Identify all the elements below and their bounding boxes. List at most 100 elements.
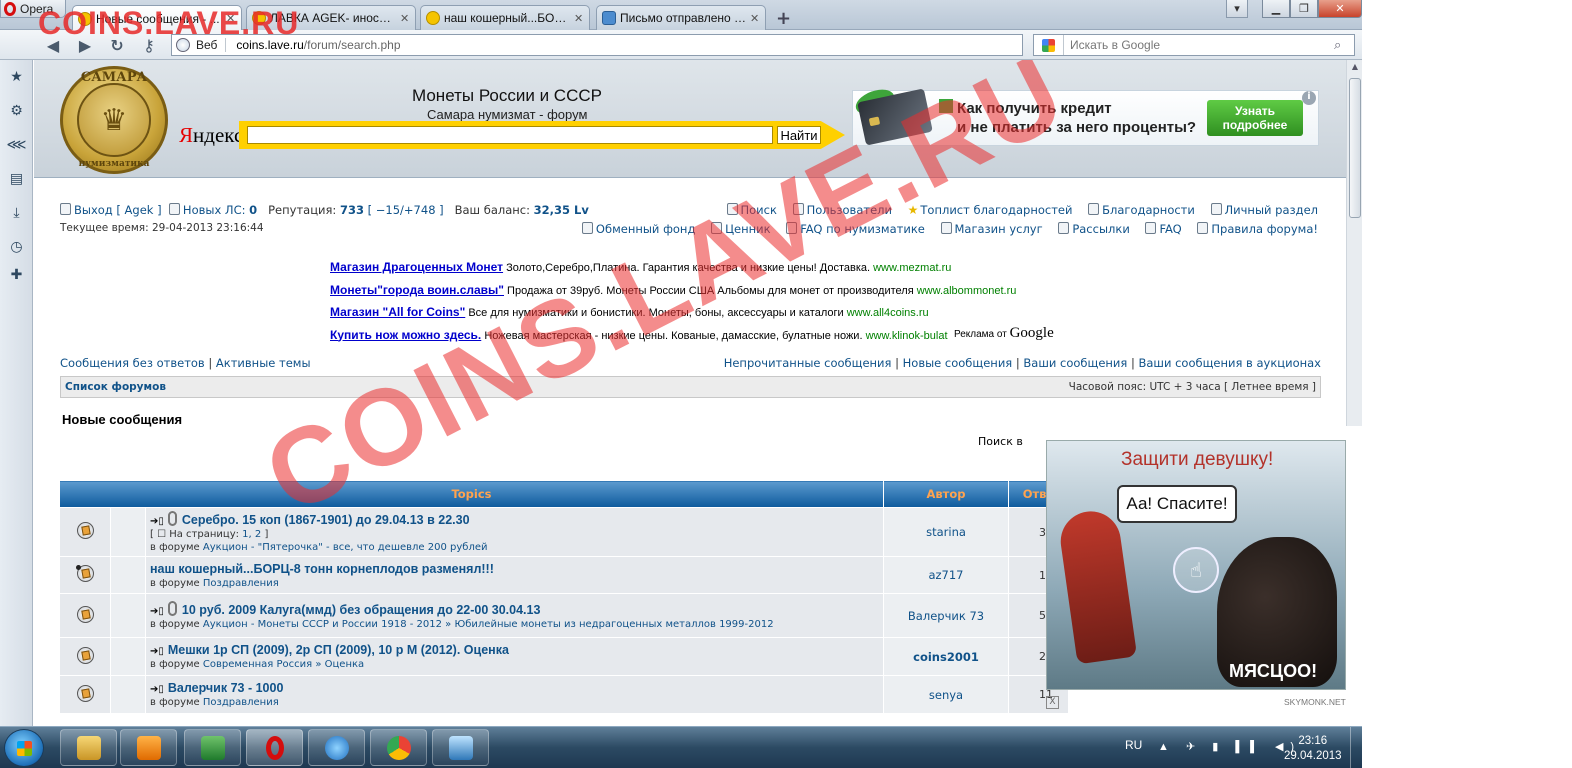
forum-link[interactable]: Аукцион - Монеты СССР и России 1918 - 20… bbox=[203, 619, 774, 630]
exchange-fund-link[interactable]: Обменный фонд bbox=[581, 222, 695, 236]
forum-link[interactable]: Аукцион - "Пятерочка" - все, что дешевле… bbox=[203, 542, 488, 553]
clock[interactable]: 23:16 29.04.2013 bbox=[1284, 734, 1342, 764]
active-topics-link[interactable]: Активные темы bbox=[216, 356, 311, 370]
back-icon[interactable]: ◀ bbox=[44, 36, 62, 55]
unanswered-posts-link[interactable]: Сообщения без ответов bbox=[60, 356, 205, 370]
language-indicator[interactable]: RU bbox=[1125, 738, 1142, 752]
topic-title-link[interactable]: Серебро. 15 коп (1867-1901) до 29.04.13 … bbox=[182, 513, 470, 527]
minimize-icon[interactable]: ▁ bbox=[1262, 0, 1290, 18]
ad-url[interactable]: www.all4coins.ru bbox=[847, 307, 929, 319]
reload-icon[interactable]: ↻ bbox=[108, 36, 126, 55]
ad-title-link[interactable]: Магазин "All for Coins" bbox=[330, 305, 465, 319]
logout-link[interactable]: Выход [ Agek ] bbox=[74, 203, 162, 217]
downloads-icon[interactable]: ⤓ bbox=[8, 204, 25, 221]
your-posts-link[interactable]: Ваши сообщения bbox=[1023, 356, 1127, 370]
your-auction-posts-link[interactable]: Ваши сообщения в аукционах bbox=[1139, 356, 1322, 370]
share-icon[interactable]: ⋘ bbox=[7, 136, 27, 153]
price-list-link[interactable]: Ценник bbox=[711, 222, 771, 236]
add-panel-icon[interactable]: ✚ bbox=[8, 266, 25, 283]
bookmarks-star-icon[interactable]: ★ bbox=[8, 68, 25, 85]
show-desktop-button[interactable] bbox=[1350, 727, 1362, 768]
page-scrollbar[interactable]: ▲ bbox=[1346, 60, 1362, 426]
tab-close-icon[interactable]: ✕ bbox=[400, 12, 410, 25]
tab-lavka[interactable]: ЛАВКА AGEK- иностра... ✕ bbox=[246, 5, 416, 30]
thanks-link[interactable]: Благодарности bbox=[1088, 203, 1195, 217]
topics-header[interactable]: Topics bbox=[59, 480, 884, 508]
goto-new-post-icon[interactable]: ➔▯ bbox=[150, 606, 164, 617]
goto-new-post-icon[interactable]: ➔▯ bbox=[150, 646, 164, 657]
opera-menu-button[interactable]: Opera bbox=[0, 0, 66, 18]
ad-title-link[interactable]: Магазин Драгоценных Монет bbox=[330, 260, 503, 274]
taskbar-explorer[interactable] bbox=[60, 729, 117, 766]
web-search-box[interactable]: Искать в Google ⌕ bbox=[1033, 34, 1355, 56]
notes-icon[interactable]: ▤ bbox=[8, 170, 25, 187]
author-link[interactable]: coins2001 bbox=[883, 637, 1009, 676]
thanks-toplist-link[interactable]: ★ Топлист благодарностей bbox=[908, 203, 1073, 217]
scroll-up-icon[interactable]: ▲ bbox=[1349, 62, 1361, 74]
search-engine-selector[interactable] bbox=[1034, 35, 1064, 55]
ad-title-link[interactable]: Монеты"города воин.славы" bbox=[330, 283, 504, 297]
taskbar-chrome[interactable] bbox=[370, 729, 427, 766]
forum-index-link[interactable]: Список форумов bbox=[65, 381, 166, 393]
goto-new-post-icon[interactable]: ➔▯ bbox=[150, 516, 164, 527]
ad-url[interactable]: www.klinok-bulat bbox=[866, 330, 948, 342]
topic-title-link[interactable]: Мешки 1р СП (2009), 2р СП (2009), 10 р М… bbox=[168, 643, 509, 657]
tab-new-posts[interactable]: Новые сообщения - ... ✕ bbox=[72, 5, 242, 31]
faq-link[interactable]: FAQ bbox=[1145, 222, 1182, 236]
tab-close-icon[interactable]: ✕ bbox=[750, 12, 760, 25]
search-icon[interactable]: ⌕ bbox=[1334, 37, 1354, 53]
new-tab-button[interactable]: + bbox=[776, 8, 791, 29]
ad-source-link[interactable]: SKYMONK.NET bbox=[1284, 697, 1346, 707]
taskbar-opera[interactable] bbox=[246, 729, 303, 766]
newsletters-link[interactable]: Рассылки bbox=[1058, 222, 1130, 236]
services-shop-link[interactable]: Магазин услуг bbox=[940, 222, 1043, 236]
tab-close-icon[interactable]: ✕ bbox=[226, 12, 236, 25]
ads-by-google[interactable]: Реклама от Google bbox=[954, 325, 1054, 342]
forum-link[interactable]: Современная Россия » Оценка bbox=[203, 659, 364, 670]
taskbar-photo-viewer[interactable] bbox=[432, 729, 489, 766]
author-header[interactable]: Автор bbox=[883, 480, 1009, 508]
scroll-thumb[interactable] bbox=[1349, 78, 1361, 218]
key-icon[interactable]: ⚷ bbox=[140, 36, 158, 55]
forum-link[interactable]: Поздравления bbox=[203, 578, 279, 589]
author-link[interactable]: starina bbox=[883, 507, 1009, 557]
forum-rules-link[interactable]: Правила форума! bbox=[1197, 222, 1318, 236]
samara-coin-logo[interactable]: САМАРА ♛ нумизматика bbox=[60, 66, 168, 174]
taskbar-ie[interactable] bbox=[308, 729, 365, 766]
reputation-value[interactable]: 733 bbox=[340, 203, 364, 217]
forum-link[interactable]: Поздравления bbox=[203, 697, 279, 708]
reputation-detail[interactable]: [ −15/+748 ] bbox=[368, 203, 444, 217]
topic-title-link[interactable]: наш кошерный...БОРЦ-8 тонн корнеплодов р… bbox=[150, 562, 494, 576]
address-bar[interactable]: Веб coins.lave.ru /forum/search.php bbox=[171, 34, 1023, 56]
search-link[interactable]: Поиск bbox=[726, 203, 777, 217]
tab-topic[interactable]: наш кошерный...БОР... ✕ bbox=[420, 5, 590, 30]
tab-close-icon[interactable]: ✕ bbox=[574, 12, 584, 25]
history-clock-icon[interactable]: ◷ bbox=[8, 238, 25, 255]
start-button[interactable] bbox=[4, 729, 44, 767]
goto-new-post-icon[interactable]: ➔▯ bbox=[150, 684, 164, 695]
user-cp-link[interactable]: Личный раздел bbox=[1210, 203, 1318, 217]
yandex-search-button[interactable]: Найти bbox=[777, 126, 821, 144]
game-ad-banner[interactable]: Защити девушку! Аа! Спасите! ☝ МЯСЦОО! bbox=[1046, 440, 1346, 690]
ad-url[interactable]: www.albommonet.ru bbox=[917, 285, 1017, 297]
restore-icon[interactable]: ❐ bbox=[1290, 0, 1318, 18]
ad-close-button[interactable]: X bbox=[1046, 696, 1059, 709]
settings-gear-icon[interactable]: ⚙ bbox=[8, 102, 25, 119]
topic-title-link[interactable]: Валерчик 73 - 1000 bbox=[168, 681, 284, 695]
taskbar-media-player[interactable] bbox=[120, 729, 177, 766]
banner-learn-more-button[interactable]: Узнать подробнее bbox=[1207, 100, 1303, 136]
tray-icons[interactable]: ▲ ✈ ▮ ▌▌ ◀) bbox=[1158, 740, 1301, 753]
author-link[interactable]: Валерчик 73 bbox=[883, 593, 1009, 638]
credit-ad-banner[interactable]: Как получить кредит и не платить за него… bbox=[852, 84, 1319, 146]
ad-title-link[interactable]: Купить нож можно здесь. bbox=[330, 328, 481, 342]
topic-pages-links[interactable]: 1, 2 bbox=[242, 529, 261, 540]
taskbar-excel[interactable] bbox=[184, 729, 241, 766]
topic-title-link[interactable]: 10 руб. 2009 Калуга(ммд) без обращения д… bbox=[182, 603, 541, 617]
ad-info-icon[interactable]: i bbox=[1302, 91, 1316, 105]
ad-url[interactable]: www.mezmat.ru bbox=[873, 262, 951, 274]
numismatics-faq-link[interactable]: FAQ по нумизматике bbox=[786, 222, 925, 236]
close-window-icon[interactable]: ✕ bbox=[1318, 0, 1362, 18]
yandex-search-input[interactable] bbox=[247, 126, 773, 144]
forward-icon[interactable]: ▶ bbox=[76, 36, 94, 55]
new-posts-link[interactable]: Новые сообщения bbox=[903, 356, 1013, 370]
